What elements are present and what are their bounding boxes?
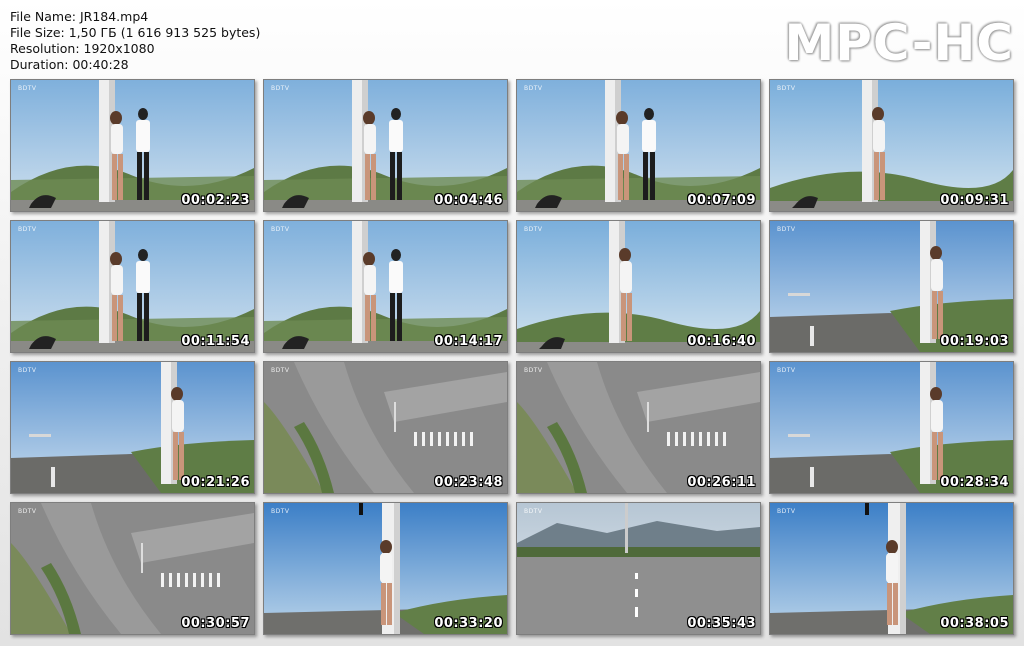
thumbnail-frame-image — [11, 362, 254, 493]
video-thumbnail: BDTV 00:16:40 — [516, 220, 761, 353]
mpc-hc-logo: MPC-HC — [784, 14, 1014, 72]
channel-watermark: BDTV — [777, 85, 796, 92]
video-thumbnail: BDTV 00:14:17 — [263, 220, 508, 353]
channel-watermark: BDTV — [777, 367, 796, 374]
thumbnail-timestamp: 00:23:48 — [434, 475, 503, 490]
thumbnail-frame-image — [517, 503, 760, 634]
thumbnail-timestamp: 00:04:46 — [434, 193, 503, 208]
video-thumbnail: BDTV 00:33:20 — [263, 502, 508, 635]
file-size-text: File Size: 1,50 ГБ (1 616 913 525 bytes) — [10, 25, 261, 40]
channel-watermark: BDTV — [524, 508, 543, 515]
video-thumbnail: BDTV 00:28:34 — [769, 361, 1014, 494]
video-thumbnail: BDTV 00:04:46 — [263, 79, 508, 212]
channel-watermark: BDTV — [271, 85, 290, 92]
thumbnail-frame-image — [517, 362, 760, 493]
channel-watermark: BDTV — [18, 226, 37, 233]
thumbnail-frame-image — [517, 80, 760, 211]
thumbnail-timestamp: 00:28:34 — [940, 475, 1009, 490]
thumbnail-frame-image — [264, 503, 507, 634]
duration-text: Duration: 00:40:28 — [10, 57, 129, 72]
thumbnail-timestamp: 00:07:09 — [687, 193, 756, 208]
thumbnail-timestamp: 00:30:57 — [181, 616, 250, 631]
thumbnail-timestamp: 00:16:40 — [687, 334, 756, 349]
video-thumbnail: BDTV 00:38:05 — [769, 502, 1014, 635]
channel-watermark: BDTV — [777, 226, 796, 233]
thumbnail-frame-image — [770, 503, 1013, 634]
thumbnail-timestamp: 00:33:20 — [434, 616, 503, 631]
thumbnail-timestamp: 00:09:31 — [940, 193, 1009, 208]
video-thumbnail: BDTV 00:07:09 — [516, 79, 761, 212]
video-thumbnail: BDTV 00:02:23 — [10, 79, 255, 212]
thumbnail-timestamp: 00:02:23 — [181, 193, 250, 208]
thumbnail-frame-image — [770, 80, 1013, 211]
video-thumbnail: BDTV 00:11:54 — [10, 220, 255, 353]
thumbnail-timestamp: 00:26:11 — [687, 475, 756, 490]
channel-watermark: BDTV — [18, 508, 37, 515]
channel-watermark: BDTV — [18, 367, 37, 374]
video-thumbnail: BDTV 00:30:57 — [10, 502, 255, 635]
video-thumbnail: BDTV 00:09:31 — [769, 79, 1014, 212]
channel-watermark: BDTV — [271, 508, 290, 515]
thumbnail-frame-image — [11, 80, 254, 211]
channel-watermark: BDTV — [271, 367, 290, 374]
channel-watermark: BDTV — [271, 226, 290, 233]
thumbnail-timestamp: 00:21:26 — [181, 475, 250, 490]
channel-watermark: BDTV — [18, 85, 37, 92]
thumbnail-frame-image — [517, 221, 760, 352]
thumbnail-timestamp: 00:11:54 — [181, 334, 250, 349]
channel-watermark: BDTV — [777, 508, 796, 515]
channel-watermark: BDTV — [524, 85, 543, 92]
thumbnail-frame-image — [264, 221, 507, 352]
thumbnail-frame-image — [11, 221, 254, 352]
thumbnail-timestamp: 00:19:03 — [940, 334, 1009, 349]
thumbnail-frame-image — [11, 503, 254, 634]
thumbnail-timestamp: 00:35:43 — [687, 616, 756, 631]
video-thumbnail: BDTV 00:26:11 — [516, 361, 761, 494]
file-info-panel: File Name: JR184.mp4 File Size: 1,50 ГБ … — [10, 9, 260, 73]
video-thumbnail: BDTV 00:35:43 — [516, 502, 761, 635]
video-thumbnail: BDTV 00:23:48 — [263, 361, 508, 494]
thumbnail-frame-image — [770, 362, 1013, 493]
thumbnail-frame-image — [264, 80, 507, 211]
resolution-text: Resolution: 1920x1080 — [10, 41, 155, 56]
thumbnail-frame-image — [264, 362, 507, 493]
channel-watermark: BDTV — [524, 367, 543, 374]
video-thumbnail: BDTV 00:21:26 — [10, 361, 255, 494]
thumbnail-frame-image — [770, 221, 1013, 352]
thumbnail-timestamp: 00:14:17 — [434, 334, 503, 349]
file-name-text: File Name: JR184.mp4 — [10, 9, 149, 24]
channel-watermark: BDTV — [524, 226, 543, 233]
thumbnail-timestamp: 00:38:05 — [940, 616, 1009, 631]
thumbnail-grid: BDTV 00:02:23 BDTV 00:04:46 BDTV 00:07:09 — [10, 79, 1014, 635]
video-thumbnail: BDTV 00:19:03 — [769, 220, 1014, 353]
